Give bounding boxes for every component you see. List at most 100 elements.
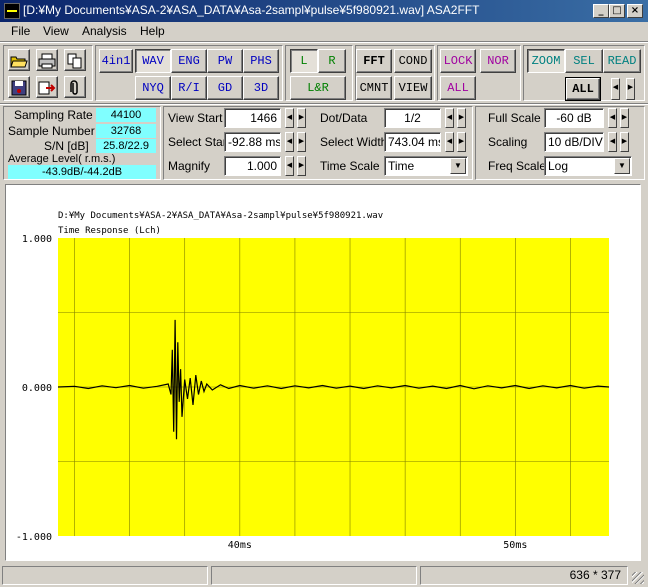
4in1-button[interactable]: 4in1 xyxy=(99,49,133,73)
y-tick-label: 0.000 xyxy=(22,383,52,394)
magnify-dec[interactable]: ◀ xyxy=(285,156,294,176)
resize-grip[interactable] xyxy=(632,572,644,584)
lock-button[interactable]: LOCK xyxy=(440,49,476,73)
phs-button[interactable]: PHS xyxy=(243,49,279,73)
dot-data-label: Dot/Data xyxy=(320,111,368,125)
zoom-button[interactable]: ZOOM xyxy=(527,49,565,73)
menu-view[interactable]: View xyxy=(43,24,69,38)
average-level-value: -43.9dB/-44.2dB xyxy=(8,165,156,179)
lock-all-button[interactable]: ALL xyxy=(440,76,476,100)
cmnt-button[interactable]: CMNT xyxy=(356,76,392,100)
magnify-label: Magnify xyxy=(168,159,211,173)
menu-file[interactable]: File xyxy=(11,24,30,38)
x-tick-label: 50ms xyxy=(503,540,527,551)
chart-file-path: D:¥My Documents¥ASA-2¥ASA_DATA¥Asa-2samp… xyxy=(58,211,383,221)
export-icon[interactable] xyxy=(36,76,58,98)
select-start-label: Select Star xyxy=(168,135,227,149)
gd-button[interactable]: GD xyxy=(207,76,243,100)
right-channel-button[interactable]: R xyxy=(318,49,346,73)
minimize-button[interactable]: _ xyxy=(593,4,609,18)
y-axis-ticks: 1.000 0.000 -1.000 xyxy=(16,234,52,543)
maximize-button[interactable]: □ xyxy=(609,4,625,18)
scaling-dec[interactable]: ◀ xyxy=(608,132,617,152)
select-start-inc[interactable]: ▶ xyxy=(297,132,306,152)
print-icon[interactable] xyxy=(36,49,58,71)
app-icon xyxy=(4,3,20,19)
left-channel-button[interactable]: L xyxy=(290,49,318,73)
nyq-button[interactable]: NYQ xyxy=(135,76,171,100)
cursor-coords: 636 * 377 xyxy=(569,568,621,582)
copy-icon[interactable] xyxy=(64,49,86,71)
full-scale-inc[interactable]: ▶ xyxy=(620,108,629,128)
status-coords: 636 * 377 xyxy=(420,566,628,585)
magnify-inc[interactable]: ▶ xyxy=(297,156,306,176)
dot-data-dec[interactable]: ◀ xyxy=(445,108,454,128)
read-button[interactable]: READ xyxy=(603,49,641,73)
toolbar-separator xyxy=(0,103,648,105)
select-start-dec[interactable]: ◀ xyxy=(285,132,294,152)
menu-help[interactable]: Help xyxy=(140,24,165,38)
cond-button[interactable]: COND xyxy=(394,49,432,73)
freq-scale-dropdown-icon[interactable]: ▼ xyxy=(614,158,630,174)
pw-button[interactable]: PW xyxy=(207,49,243,73)
sel-button[interactable]: SEL xyxy=(565,49,603,73)
view-start-dec[interactable]: ◀ xyxy=(285,108,294,128)
time-scale-value: Time xyxy=(388,159,415,173)
status-pane-2 xyxy=(211,566,417,585)
save-icon[interactable] xyxy=(8,76,30,98)
status-bar: 636 * 377 xyxy=(0,564,648,587)
window-title: [D:¥My Documents¥ASA-2¥ASA_DATA¥Asa-2sam… xyxy=(23,3,480,17)
view-button[interactable]: VIEW xyxy=(394,76,432,100)
view-start-field[interactable]: 1466 xyxy=(224,108,281,128)
open-folder-icon[interactable] xyxy=(8,49,30,71)
dot-data-inc[interactable]: ▶ xyxy=(457,108,466,128)
full-scale-label: Full Scale xyxy=(488,111,541,125)
sampling-rate-value: 44100 xyxy=(96,108,156,122)
full-scale-dec[interactable]: ◀ xyxy=(608,108,617,128)
full-scale-field[interactable]: -60 dB xyxy=(544,108,604,128)
time-response-chart: D:¥My Documents¥ASA-2¥ASA_DATA¥Asa-2samp… xyxy=(16,211,610,551)
sample-number-label: Sample Number xyxy=(8,124,95,138)
select-width-dec[interactable]: ◀ xyxy=(445,132,454,152)
nor-button[interactable]: NOR xyxy=(480,49,516,73)
zoom-left-arrow[interactable]: ◀ xyxy=(611,78,620,100)
close-button[interactable]: × xyxy=(627,4,643,18)
clip-icon[interactable] xyxy=(64,76,86,98)
zoom-all-button[interactable]: ALL xyxy=(565,77,601,101)
sn-value: 25.8/22.9 xyxy=(96,139,156,153)
freq-scale-value: Log xyxy=(548,159,569,173)
menu-separator xyxy=(0,41,648,43)
view-start-inc[interactable]: ▶ xyxy=(297,108,306,128)
wav-button[interactable]: WAV xyxy=(135,49,171,73)
status-pane-1 xyxy=(2,566,208,585)
select-start-field[interactable]: -92.88 ms xyxy=(224,132,281,152)
plot-area[interactable]: D:¥My Documents¥ASA-2¥ASA_DATA¥Asa-2samp… xyxy=(5,184,641,561)
dot-data-field[interactable]: 1/2 xyxy=(384,108,441,128)
3d-button[interactable]: 3D xyxy=(243,76,279,100)
time-scale-dropdown-icon[interactable]: ▼ xyxy=(450,158,466,174)
magnify-field[interactable]: 1.000 xyxy=(224,156,281,176)
menu-bar: File View Analysis Help xyxy=(0,22,648,41)
title-bar: [D:¥My Documents¥ASA-2¥ASA_DATA¥Asa-2sam… xyxy=(0,0,648,22)
scaling-inc[interactable]: ▶ xyxy=(620,132,629,152)
fft-button[interactable]: FFT xyxy=(356,49,392,73)
scaling-field[interactable]: 10 dB/DIV xyxy=(544,132,604,152)
x-tick-label: 40ms xyxy=(228,540,252,551)
select-width-label: Select Width xyxy=(320,135,388,149)
sample-number-value: 32768 xyxy=(96,124,156,138)
ri-button[interactable]: R/I xyxy=(171,76,207,100)
y-tick-label: 1.000 xyxy=(22,234,52,245)
sampling-rate-label: Sampling Rate xyxy=(14,108,93,122)
eng-button[interactable]: ENG xyxy=(171,49,207,73)
freq-scale-label: Freq Scale xyxy=(488,159,547,173)
time-scale-label: Time Scale xyxy=(320,159,380,173)
select-width-inc[interactable]: ▶ xyxy=(457,132,466,152)
select-width-field[interactable]: 743.04 ms xyxy=(384,132,441,152)
both-channel-button[interactable]: L&R xyxy=(290,76,346,100)
scaling-label: Scaling xyxy=(488,135,528,149)
view-start-label: View Start xyxy=(168,111,223,125)
zoom-right-arrow[interactable]: ▶ xyxy=(626,78,635,100)
menu-analysis[interactable]: Analysis xyxy=(82,24,127,38)
sn-label: S/N [dB] xyxy=(44,139,89,153)
x-axis-ticks: 40ms 50ms xyxy=(228,540,528,551)
